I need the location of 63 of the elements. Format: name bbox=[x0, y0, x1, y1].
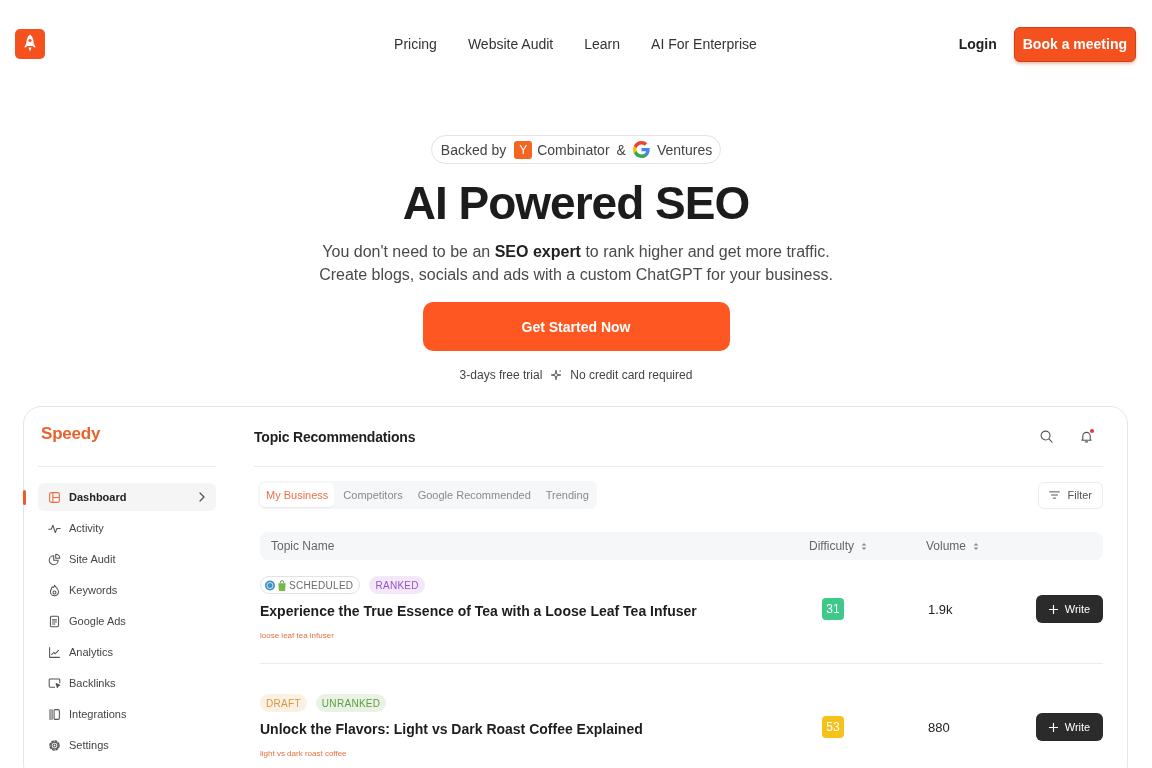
gear-icon bbox=[48, 738, 61, 752]
yc-logo-mark: Y bbox=[514, 140, 533, 159]
keyword-text: loose leaf tea infuser bbox=[260, 630, 334, 642]
round-logo-icon bbox=[265, 579, 275, 591]
column-header: Topic Name bbox=[271, 539, 335, 553]
sidebar-item[interactable]: Keywords bbox=[38, 576, 216, 604]
write-button[interactable]: Write bbox=[1036, 595, 1103, 623]
nav-link[interactable]: AI For Enterprise bbox=[651, 36, 757, 52]
section-title: Topic Recommendations bbox=[254, 428, 416, 445]
write-button[interactable]: Write bbox=[1036, 713, 1103, 741]
bag-icon bbox=[277, 579, 287, 591]
status-tag: RANKED bbox=[369, 576, 425, 594]
column-header[interactable]: Volume bbox=[926, 539, 980, 553]
topic-title: Unlock the Flavors: Light vs Dark Roast Coffee Explained bbox=[260, 720, 643, 739]
line-chart-icon bbox=[48, 645, 61, 659]
sidebar-item[interactable]: Settings bbox=[38, 731, 216, 759]
filter-button[interactable]: Filter bbox=[1037, 481, 1103, 509]
keyword-text: light vs dark roast coffee bbox=[260, 748, 347, 760]
plus-icon bbox=[1048, 604, 1058, 614]
sidebar-item[interactable]: Integrations bbox=[38, 700, 216, 728]
topic-title: Experience the True Essence of Tea with a Loose Leaf Tea Infuser bbox=[260, 602, 697, 621]
hero-subtitle: Create blogs, socials and ads with a custom ChatGPT for your business. bbox=[319, 265, 833, 285]
ventures-text: Ventures bbox=[656, 141, 713, 158]
combinator-text: Combinator bbox=[537, 141, 610, 158]
login-link[interactable]: Login bbox=[958, 36, 997, 52]
ampersand-text: & bbox=[616, 141, 626, 158]
brand-logo: Speedy bbox=[41, 424, 101, 443]
document-icon bbox=[48, 614, 61, 628]
flame-icon bbox=[48, 583, 61, 597]
feature-note: No credit card required bbox=[570, 367, 693, 383]
nav-link[interactable]: Pricing bbox=[394, 36, 437, 52]
status-tag: UNRANKED bbox=[315, 694, 387, 712]
nav-link[interactable]: Learn bbox=[584, 36, 621, 52]
hero-title: AI Powered SEO bbox=[402, 176, 750, 231]
sidebar-item[interactable]: Site Audit bbox=[38, 545, 216, 573]
column-header[interactable]: Difficulty bbox=[809, 539, 868, 553]
sidebar-item[interactable]: Analytics bbox=[38, 638, 216, 666]
feature-note: 3-days free trial bbox=[459, 367, 543, 383]
google-g-icon bbox=[632, 141, 650, 158]
volume-value: 880 bbox=[927, 719, 950, 735]
rocket-logo-icon[interactable] bbox=[15, 29, 45, 59]
sidebar-item[interactable]: Google Ads bbox=[38, 607, 216, 635]
plus-icon bbox=[1048, 722, 1058, 732]
pie-chart-icon bbox=[48, 552, 61, 566]
monitor-cursor-icon bbox=[48, 676, 61, 690]
search-icon[interactable] bbox=[1040, 430, 1053, 443]
difficulty-score: 31 bbox=[822, 598, 844, 620]
volume-value: 1.9k bbox=[927, 601, 953, 617]
difficulty-score: 53 bbox=[822, 716, 844, 738]
layout-icon bbox=[48, 490, 61, 504]
active-indicator bbox=[23, 490, 26, 505]
bell-icon[interactable] bbox=[1080, 430, 1093, 443]
sparkle-icon bbox=[550, 369, 563, 381]
hero-subtitle: You don't need to be an SEO expert to rank higher and get more traffic. bbox=[321, 242, 831, 262]
backed-by-text: Backed by bbox=[440, 141, 507, 158]
chevron-right-icon bbox=[199, 492, 205, 502]
sidebar-item[interactable]: Backlinks bbox=[38, 669, 216, 697]
sidebar-item[interactable]: Activity bbox=[38, 514, 216, 542]
status-text: SCHEDULED bbox=[289, 579, 354, 591]
nav-link[interactable]: Website Audit bbox=[467, 36, 554, 52]
status-tag: DRAFT bbox=[260, 694, 307, 712]
filter-icon bbox=[1048, 491, 1060, 499]
columns-icon bbox=[48, 707, 61, 721]
